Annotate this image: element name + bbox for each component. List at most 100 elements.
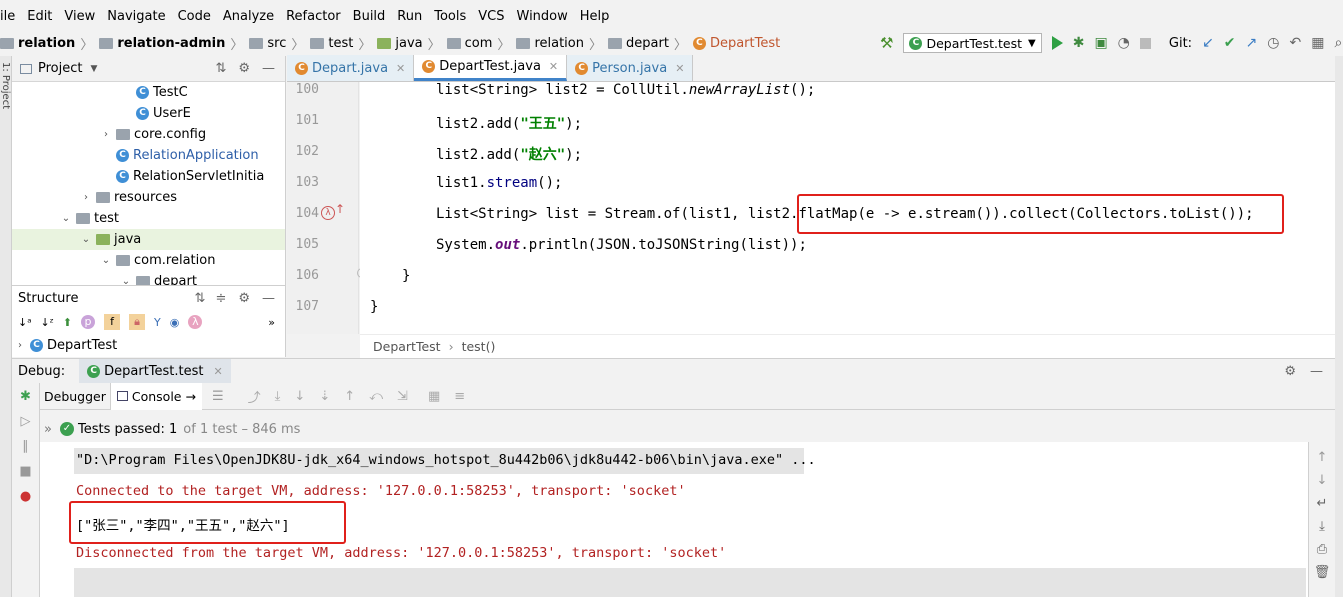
soft-wrap-icon[interactable]: ↵ bbox=[1309, 496, 1335, 511]
menu-help[interactable]: Help bbox=[580, 9, 616, 24]
close-icon[interactable]: ✕ bbox=[396, 62, 405, 75]
run-icon[interactable] bbox=[1051, 36, 1063, 50]
properties-icon[interactable]: p bbox=[81, 315, 95, 329]
step-over-icon[interactable]: ⤓ bbox=[275, 389, 281, 404]
project-panel-title[interactable]: Project bbox=[38, 61, 82, 76]
tab-console[interactable]: Console → bbox=[110, 382, 202, 410]
gear-icon[interactable]: ⚙ bbox=[238, 61, 250, 76]
sort-visibility-icon[interactable]: ↓ᶻ bbox=[41, 316, 54, 329]
chevron-down-icon[interactable]: ⌄ bbox=[100, 255, 112, 266]
tab-person-java[interactable]: C Person.java ✕ bbox=[567, 55, 694, 81]
fields-icon[interactable]: f bbox=[104, 314, 120, 330]
tree-item[interactable]: › core.config bbox=[12, 124, 285, 145]
history-icon[interactable]: ◷ bbox=[1267, 35, 1279, 51]
close-icon[interactable]: ✕ bbox=[214, 365, 223, 378]
debug-session-tab[interactable]: C DepartTest.test ✕ bbox=[79, 358, 231, 384]
minimize-icon[interactable]: — bbox=[262, 61, 275, 76]
rollback-icon[interactable]: ↶ bbox=[1289, 35, 1301, 51]
menu-icon[interactable]: ☰ bbox=[212, 389, 224, 404]
force-step-into-icon[interactable]: ⇣ bbox=[319, 389, 330, 404]
editor-crumb-class[interactable]: DepartTest bbox=[373, 339, 441, 354]
lambdas-icon[interactable]: Y bbox=[154, 316, 161, 329]
menu-view[interactable]: View bbox=[64, 9, 101, 24]
anonymous-icon[interactable]: ◉ bbox=[170, 316, 180, 329]
menu-refactor[interactable]: Refactor bbox=[286, 9, 347, 24]
menu-vcs[interactable]: VCS bbox=[478, 9, 510, 24]
collapse-icon[interactable]: ⇅ bbox=[215, 61, 226, 76]
editor-crumb-method[interactable]: test() bbox=[462, 339, 496, 354]
tree-item[interactable]: ⌄ java bbox=[12, 229, 285, 250]
menu-tools[interactable]: Tools bbox=[434, 9, 472, 24]
gear-icon[interactable]: ⚙ bbox=[238, 291, 250, 306]
show-execution-point-icon[interactable]: ⤴ bbox=[248, 387, 261, 406]
menu-analyze[interactable]: Analyze bbox=[223, 9, 280, 24]
crumb-src[interactable]: src 〉 bbox=[249, 34, 304, 53]
git-commit-icon[interactable]: ✔ bbox=[1224, 35, 1236, 51]
menu-navigate[interactable]: Navigate bbox=[107, 9, 171, 24]
console-input-area[interactable] bbox=[74, 568, 1306, 597]
scroll-to-end-icon[interactable]: ⤓ bbox=[1309, 519, 1335, 534]
sort-alpha-icon[interactable]: ↓ᵃ bbox=[18, 316, 32, 329]
scroll-up-icon[interactable]: ↑ bbox=[1309, 450, 1335, 465]
minimize-icon[interactable]: — bbox=[262, 291, 275, 306]
menu-file[interactable]: ile bbox=[0, 9, 21, 24]
pause-icon[interactable]: ∥ bbox=[12, 439, 39, 454]
tree-item[interactable]: ⌄ test bbox=[12, 208, 285, 229]
up-arrow-icon[interactable]: ↑ bbox=[335, 202, 345, 216]
menu-build[interactable]: Build bbox=[353, 9, 392, 24]
close-icon[interactable]: ✕ bbox=[549, 60, 558, 73]
sort-icon[interactable]: ⇅ bbox=[195, 291, 206, 306]
drop-frame-icon[interactable]: ⤺ bbox=[369, 389, 383, 404]
trash-icon[interactable]: 🗑︎ bbox=[1309, 565, 1335, 580]
tab-depart-java[interactable]: C Depart.java ✕ bbox=[287, 55, 415, 81]
tree-item[interactable]: › resources bbox=[12, 187, 285, 208]
structure-item[interactable]: DepartTest bbox=[47, 338, 117, 353]
gear-icon[interactable]: ⚙ bbox=[1284, 364, 1296, 379]
run-configuration-select[interactable]: C DepartTest.test ▼ bbox=[903, 33, 1042, 53]
git-update-icon[interactable]: ↙ bbox=[1202, 35, 1214, 51]
resume-icon[interactable]: ▷ bbox=[12, 414, 39, 429]
breakpoints-icon[interactable]: ● bbox=[12, 489, 39, 504]
tree-item[interactable]: C RelationServletInitia bbox=[12, 166, 285, 187]
stop-icon[interactable]: ■ bbox=[12, 464, 39, 479]
tree-item[interactable]: ⌄ com.relation bbox=[12, 250, 285, 271]
stop-icon[interactable] bbox=[1139, 37, 1151, 49]
chevron-down-icon[interactable]: ▼ bbox=[90, 64, 97, 74]
chevron-right-icon[interactable]: › bbox=[14, 340, 26, 351]
step-out-icon[interactable]: ↑ bbox=[344, 389, 355, 404]
more-icon[interactable]: » bbox=[268, 316, 275, 329]
lambda-icon[interactable]: λ bbox=[188, 315, 203, 329]
search-icon[interactable]: ⌕ bbox=[1334, 35, 1342, 51]
menu-code[interactable]: Code bbox=[178, 9, 217, 24]
menu-window[interactable]: Window bbox=[517, 9, 574, 24]
crumb-class[interactable]: C DepartTest bbox=[692, 36, 780, 51]
menu-run[interactable]: Run bbox=[397, 9, 428, 24]
chevron-down-icon[interactable]: ⌄ bbox=[80, 234, 92, 245]
debug-icon[interactable]: ✱ bbox=[1073, 35, 1085, 51]
tree-item[interactable]: C UserE bbox=[12, 103, 285, 124]
print-icon[interactable]: ⎙ bbox=[1309, 542, 1335, 557]
close-icon[interactable]: ✕ bbox=[675, 62, 684, 75]
rerun-icon[interactable]: ✱ bbox=[12, 389, 39, 404]
git-push-icon[interactable]: ↗ bbox=[1246, 35, 1258, 51]
project-tool-label[interactable]: 1: Project bbox=[0, 62, 11, 109]
scroll-down-icon[interactable]: ↓ bbox=[1309, 473, 1335, 488]
chevron-down-icon[interactable]: ⌄ bbox=[60, 213, 72, 224]
project-structure-icon[interactable]: ▦ bbox=[1311, 35, 1324, 51]
crumb-java[interactable]: java 〉 bbox=[377, 34, 441, 53]
expand-icon[interactable]: » bbox=[44, 422, 52, 437]
chevron-right-icon[interactable]: › bbox=[80, 192, 92, 203]
lambda-gutter-icon[interactable]: λ bbox=[321, 206, 335, 220]
crumb-module[interactable]: relation-admin 〉 bbox=[99, 34, 243, 53]
tree-item[interactable]: C RelationApplication bbox=[12, 145, 285, 166]
collapse-icon[interactable]: ≑ bbox=[215, 291, 226, 306]
crumb-depart[interactable]: depart 〉 bbox=[608, 34, 687, 53]
minimize-icon[interactable]: — bbox=[1310, 364, 1323, 379]
crumb-project[interactable]: relation 〉 bbox=[0, 34, 93, 53]
console-output[interactable]: "D:\Program Files\OpenJDK8U-jdk_x64_wind… bbox=[40, 442, 1308, 597]
non-public-icon[interactable]: 🔒︎ bbox=[129, 314, 145, 330]
coverage-icon[interactable]: ▣ bbox=[1094, 35, 1107, 51]
tab-debugger[interactable]: Debugger bbox=[40, 382, 111, 410]
menu-edit[interactable]: Edit bbox=[27, 9, 58, 24]
run-to-cursor-icon[interactable]: ⇲ bbox=[397, 389, 408, 404]
